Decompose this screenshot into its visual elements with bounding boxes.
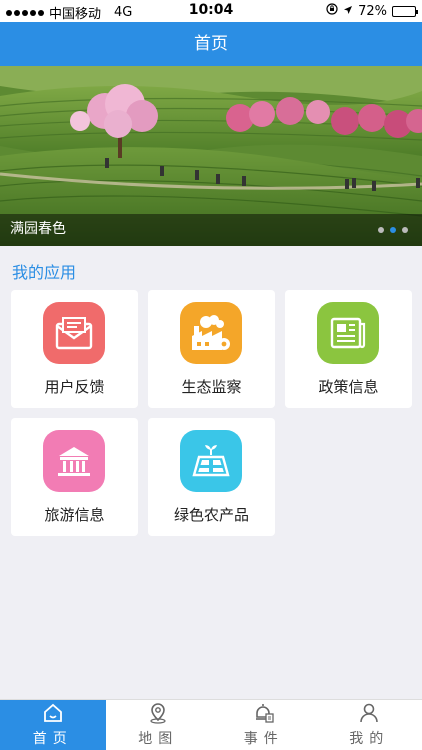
tab-label: 首页 [32, 731, 73, 747]
person-icon [358, 702, 380, 726]
tab-events[interactable]: 事件 [211, 700, 317, 750]
status-bar: 中国移动 4G 10:04 72% [0, 0, 422, 22]
tab-label: 地图 [138, 731, 179, 747]
app-policy-info[interactable]: 政策信息 [285, 290, 412, 408]
app-tourism-info[interactable]: 旅游信息 [11, 418, 138, 536]
app-label: 绿色农产品 [173, 506, 249, 524]
rotation-lock-icon [326, 3, 338, 19]
tab-map[interactable]: 地图 [106, 700, 212, 750]
app-green-produce[interactable]: 绿色农产品 [148, 418, 275, 536]
newspaper-icon [317, 302, 379, 364]
app-label: 政策信息 [318, 378, 379, 396]
tab-bar: 首页 地图 事件 我的 [0, 699, 422, 750]
farmland-icon [180, 430, 242, 492]
factory-icon [180, 302, 242, 364]
app-user-feedback[interactable]: 用户反馈 [11, 290, 138, 408]
nav-bar: 首页 [0, 22, 422, 66]
status-right: 72% [326, 3, 418, 19]
location-arrow-icon [343, 4, 353, 19]
banner-carousel[interactable]: 满园春色 [0, 66, 422, 246]
page-dot-active[interactable] [390, 227, 396, 233]
app-label: 生态监察 [181, 378, 242, 396]
section-title: 我的应用 [12, 263, 77, 282]
event-icon [253, 702, 275, 726]
app-label: 用户反馈 [44, 378, 105, 396]
pavilion-icon [43, 430, 105, 492]
page-dot[interactable] [402, 227, 408, 233]
tab-home[interactable]: 首页 [0, 700, 106, 750]
mail-icon [43, 302, 105, 364]
banner-caption: 满园春色 [10, 221, 66, 237]
home-icon [42, 702, 64, 726]
app-label: 旅游信息 [44, 506, 105, 524]
page-dot[interactable] [378, 227, 384, 233]
battery-percent: 72% [358, 3, 387, 19]
app-eco-monitoring[interactable]: 生态监察 [148, 290, 275, 408]
banner-page-indicator [378, 227, 408, 233]
tab-label: 事件 [243, 731, 284, 747]
battery-icon [392, 5, 418, 17]
tab-mine[interactable]: 我的 [317, 700, 422, 750]
page-title: 首页 [194, 34, 228, 54]
map-pin-icon [147, 702, 169, 726]
tab-label: 我的 [349, 731, 390, 747]
